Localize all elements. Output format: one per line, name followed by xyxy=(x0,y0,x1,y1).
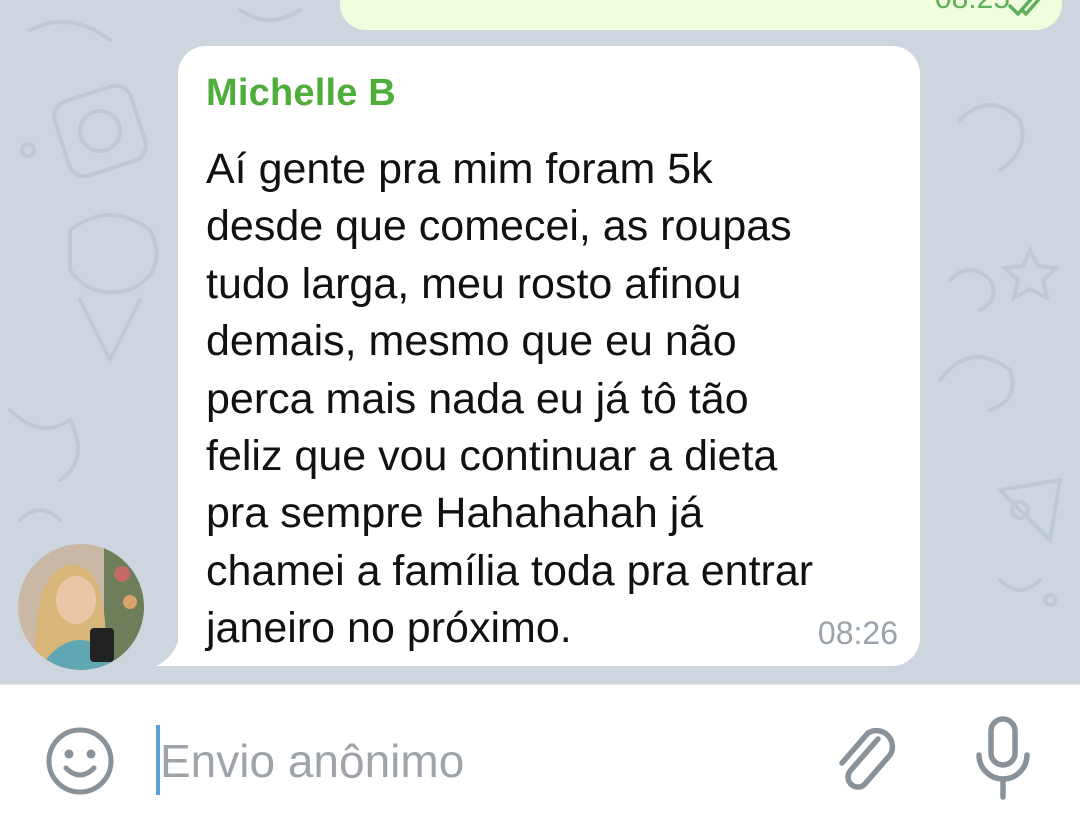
message-time: 08:26 xyxy=(817,615,898,651)
smiley-face-icon[interactable] xyxy=(44,725,116,797)
outgoing-message-bubble[interactable]: 08:25 xyxy=(340,0,1062,30)
double-check-icon xyxy=(1008,0,1041,16)
message-composer xyxy=(0,684,1080,833)
chat-area[interactable]: 08:25 Michelle B Aí gente pra mim foram … xyxy=(0,0,1080,684)
avatar-photo xyxy=(18,544,144,670)
message-text: Aí gente pra mim foram 5k desde que come… xyxy=(206,145,814,653)
outgoing-message-time: 08:25 xyxy=(935,0,1010,16)
microphone-icon[interactable] xyxy=(968,713,1038,805)
message-input[interactable] xyxy=(160,721,760,801)
incoming-message-bubble[interactable]: Michelle B Aí gente pra mim foram 5k des… xyxy=(178,46,920,666)
paperclip-icon[interactable] xyxy=(830,721,900,801)
sender-name[interactable]: Michelle B xyxy=(206,72,890,115)
sender-avatar[interactable] xyxy=(18,544,144,670)
